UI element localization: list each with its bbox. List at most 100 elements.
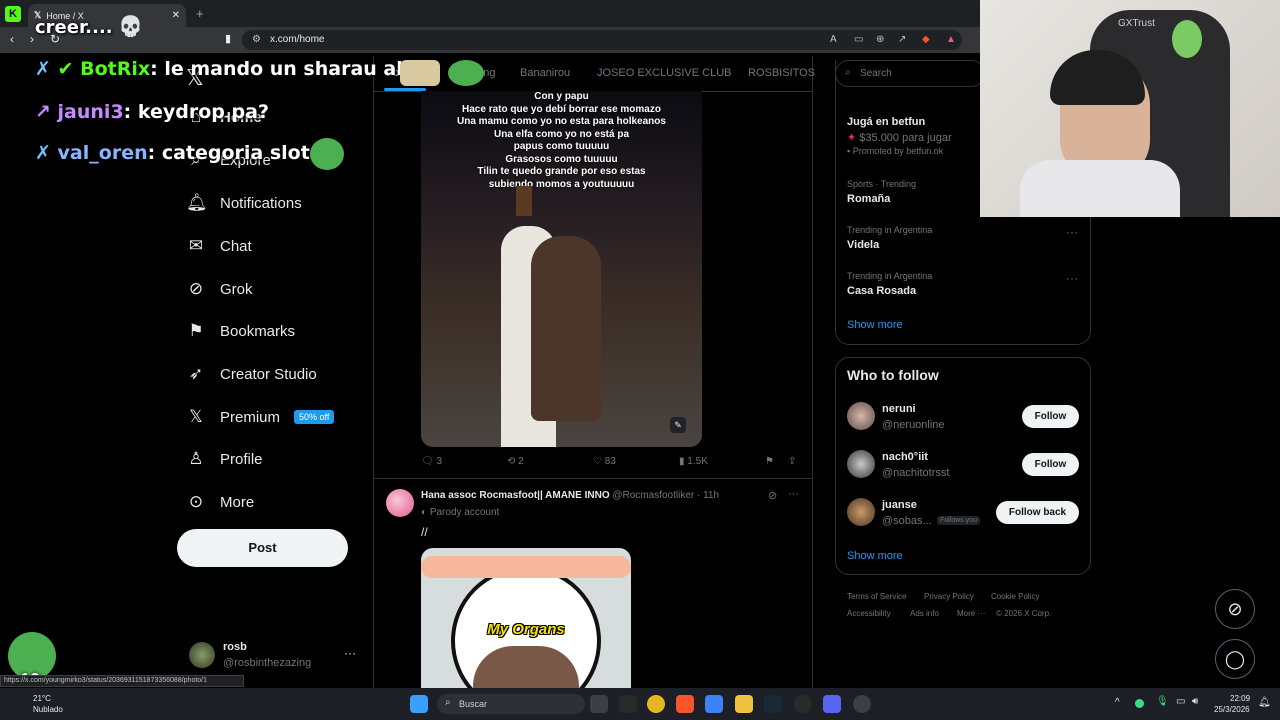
- share-tweet-icon[interactable]: ⇪: [788, 456, 796, 467]
- brave-icon[interactable]: [676, 695, 694, 713]
- follow-back-button[interactable]: Follow back: [996, 501, 1079, 524]
- pepe-emote-icon: [310, 138, 344, 170]
- trend-item[interactable]: Trending in Argentina Videla: [847, 225, 932, 251]
- grok-fab-icon[interactable]: ⊘: [1215, 589, 1255, 629]
- sidebar-item-grok[interactable]: ⊘ Grok: [186, 274, 253, 304]
- store-icon[interactable]: [705, 695, 723, 713]
- sidebar-item-notifications[interactable]: 🔔︎ Notifications: [186, 188, 302, 218]
- sidebar-item-label: Notifications: [220, 194, 302, 212]
- tray-status-icon[interactable]: [1135, 699, 1144, 708]
- brave-shield-icon[interactable]: ◆: [922, 34, 930, 45]
- file-explorer-icon[interactable]: [735, 695, 753, 713]
- follow-suggestion-handle: @neruonline: [882, 419, 945, 431]
- follow-button[interactable]: Follow: [1022, 405, 1079, 428]
- footer-link-more[interactable]: More ···: [957, 609, 985, 618]
- tweet-author-handle[interactable]: @Rocmasfootliker: [612, 490, 694, 501]
- like-button[interactable]: ♡ 83: [593, 456, 616, 467]
- footer-link-terms[interactable]: Terms of Service: [847, 592, 907, 601]
- sidebar-item-profile[interactable]: ♙ Profile: [186, 444, 262, 474]
- footer-link-cookies[interactable]: Cookie Policy: [991, 592, 1039, 601]
- weather-desc[interactable]: Nublado: [33, 705, 63, 714]
- footer-link-accessibility[interactable]: Accessibility: [847, 609, 891, 618]
- brave-rewards-icon[interactable]: ▲: [946, 34, 956, 45]
- follow-suggestion-name[interactable]: juanse: [882, 499, 917, 511]
- messages-fab-icon[interactable]: ◯: [1215, 639, 1255, 679]
- tab-bananirou[interactable]: Bananirou: [520, 67, 570, 79]
- task-view-icon[interactable]: [590, 695, 608, 713]
- translate-icon[interactable]: A: [830, 34, 837, 45]
- follow-button[interactable]: Follow: [1022, 453, 1079, 476]
- sidebar-item-bookmarks[interactable]: ⚑ Bookmarks: [186, 316, 295, 346]
- bookmark-page-icon[interactable]: ▮: [225, 32, 231, 45]
- share-icon[interactable]: ↗: [898, 34, 906, 45]
- tab-rosbisitos[interactable]: ROSBISITOS: [748, 67, 815, 79]
- discord-icon[interactable]: [823, 695, 841, 713]
- follow-suggestion-name[interactable]: nach0°iit: [882, 451, 928, 463]
- tab-joseo-exclusive-club[interactable]: JOSEO EXCLUSIVE CLUB: [597, 67, 732, 79]
- avatar[interactable]: [386, 489, 414, 517]
- reply-button[interactable]: 🗨︎ 3: [421, 456, 442, 467]
- back-icon[interactable]: ‹: [10, 32, 14, 46]
- avatar[interactable]: [847, 498, 875, 526]
- tweet-more-icon[interactable]: ···: [788, 488, 799, 500]
- steam-icon[interactable]: [764, 695, 782, 713]
- repost-icon: ⟲: [507, 456, 516, 467]
- show-more-link[interactable]: Show more: [847, 550, 903, 562]
- footer-link-privacy[interactable]: Privacy Policy: [924, 592, 974, 601]
- chat-text: : categoria slots: [147, 142, 322, 164]
- zoom-icon[interactable]: ⊕: [876, 34, 884, 45]
- grok-explain-icon[interactable]: ⊘: [768, 489, 777, 502]
- sidebar-item-premium[interactable]: 𝕏 Premium 50% off: [186, 402, 335, 432]
- tweet-media-image[interactable]: My Organs: [421, 548, 631, 688]
- avatar[interactable]: [847, 450, 875, 478]
- clock-date[interactable]: 25/3/2026: [1214, 705, 1250, 714]
- windows-start-icon[interactable]: [410, 695, 428, 713]
- tray-chevron-icon[interactable]: ^: [1115, 697, 1120, 708]
- cartoon-arms-shape: [421, 556, 631, 578]
- network-icon[interactable]: ▭: [1176, 696, 1185, 707]
- tweet-media-image[interactable]: Con y papu Hace rato que yo debí borrar …: [421, 91, 702, 447]
- volume-icon[interactable]: 🔊︎: [1192, 696, 1198, 707]
- taskbar-search[interactable]: Buscar: [437, 694, 585, 714]
- repost-button[interactable]: ⟲ 2: [507, 456, 524, 467]
- follow-suggestion-name[interactable]: neruni: [882, 403, 916, 415]
- views-button[interactable]: ▮ 1.5K: [679, 456, 708, 467]
- promoted-trend[interactable]: Jugá en betfun ✦ $35.000 para jugar ▪ Pr…: [847, 116, 952, 156]
- premium-discount-badge: 50% off: [294, 410, 335, 424]
- sidebar-item-creator-studio[interactable]: ➶ Creator Studio: [186, 359, 317, 389]
- clock-time[interactable]: 22:09: [1230, 694, 1250, 703]
- chrome-icon[interactable]: [647, 695, 665, 713]
- sidebar-item-chat[interactable]: ✉ Chat: [186, 231, 252, 261]
- reply-count: 3: [436, 456, 443, 467]
- close-tab-icon[interactable]: ✕: [172, 10, 180, 21]
- avatar[interactable]: [189, 642, 215, 668]
- notifications-icon[interactable]: 🔔︎: [1258, 697, 1271, 708]
- cast-icon[interactable]: ▭: [854, 34, 863, 45]
- show-more-link[interactable]: Show more: [847, 319, 903, 331]
- trend-more-icon[interactable]: ···: [1066, 225, 1078, 239]
- account-menu-icon[interactable]: ···: [344, 646, 356, 660]
- sidebar-item-label: Chat: [220, 237, 252, 255]
- kick-logo-icon[interactable]: K: [5, 6, 21, 22]
- trend-item[interactable]: Sports · Trending Romaña: [847, 179, 916, 205]
- epic-games-icon[interactable]: [619, 695, 637, 713]
- trend-more-icon[interactable]: ···: [1066, 271, 1078, 285]
- new-tab-button[interactable]: +: [196, 6, 204, 21]
- obs-icon[interactable]: [794, 695, 812, 713]
- footer-link-ads-info[interactable]: Ads info: [910, 609, 939, 618]
- like-count: 83: [604, 456, 616, 467]
- microphone-icon[interactable]: 🎙︎: [1156, 696, 1169, 707]
- tweet-author-name[interactable]: Hana assoc Rocmasfoot|| AMANE INNO: [421, 490, 610, 501]
- post-button[interactable]: Post: [177, 529, 348, 567]
- bookmark-tweet-icon[interactable]: ⚑: [765, 456, 774, 467]
- tweet-time[interactable]: · 11h: [697, 490, 719, 501]
- grok-image-icon[interactable]: ✎: [670, 417, 686, 433]
- avatar[interactable]: [847, 402, 875, 430]
- site-info-icon[interactable]: ⚙: [252, 34, 261, 45]
- weather-temp[interactable]: 21°C: [33, 694, 51, 703]
- media-player-icon[interactable]: [853, 695, 871, 713]
- sidebar-item-more[interactable]: ⊙ More: [186, 487, 254, 517]
- trend-item[interactable]: Trending in Argentina Casa Rosada: [847, 271, 932, 297]
- forward-icon[interactable]: ›: [30, 32, 34, 46]
- arrow-badge-icon: ↗: [35, 101, 51, 123]
